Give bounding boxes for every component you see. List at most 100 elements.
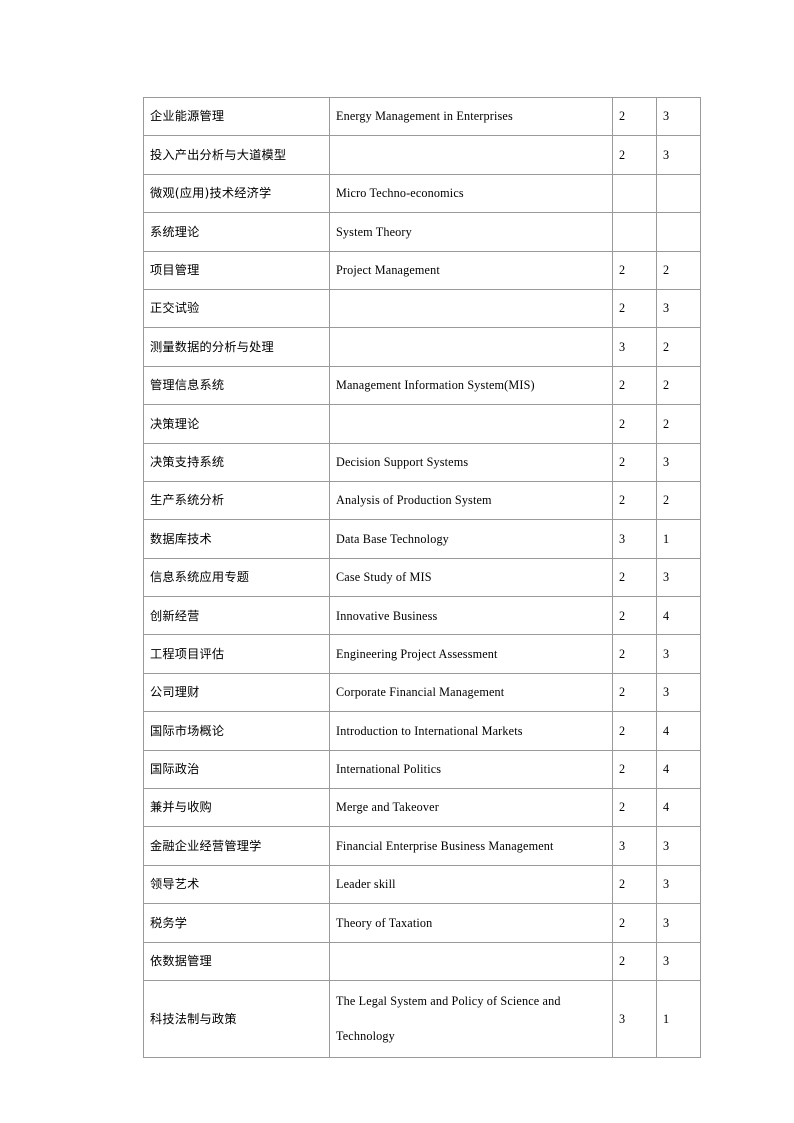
table-row: 数据库技术 Data Base Technology 3 1	[143, 519, 701, 559]
course-name-english-cell	[329, 327, 613, 367]
credit-hours-cell: 2	[612, 442, 657, 482]
credit-hours-cell: 2	[612, 557, 657, 598]
table-row: 创新经营 Innovative Business 2 4	[143, 596, 701, 636]
course-name-english-cell: Theory of Taxation	[329, 903, 613, 943]
course-name-english-cell	[329, 288, 613, 329]
course-name-english-cell: Analysis of Production System	[329, 480, 613, 521]
credit-hours-cell: 2	[612, 864, 657, 905]
table-row: 系统理论 System Theory	[143, 212, 701, 252]
term-cell: 3	[656, 826, 701, 866]
course-name-chinese-cell: 创新经营	[143, 596, 330, 636]
course-name-english-cell	[329, 135, 613, 175]
credit-hours-cell: 3	[612, 327, 657, 367]
course-name-english-cell: Management Information System(MIS)	[329, 365, 613, 406]
credit-hours-cell	[612, 173, 657, 214]
course-name-english-cell: Financial Enterprise Business Management	[329, 826, 613, 866]
credit-hours-cell: 3	[612, 826, 657, 866]
document-page: 企业能源管理 Energy Management in Enterprises 2 3…	[0, 0, 794, 1123]
course-name-chinese-cell: 管理信息系统	[143, 365, 330, 406]
table-row: 领导艺术 Leader skill 2 3	[143, 864, 701, 905]
course-name-chinese-cell: 生产系统分析	[143, 480, 330, 521]
course-name-chinese-cell: 兼并与收购	[143, 788, 330, 828]
credit-hours-cell: 2	[612, 788, 657, 828]
table-row: 管理信息系统 Management Information System(MIS)…	[143, 365, 701, 406]
term-cell: 4	[656, 596, 701, 636]
course-name-english-cell: Merge and Takeover	[329, 788, 613, 828]
course-list-body: 企业能源管理 Energy Management in Enterprises 2 3…	[143, 96, 701, 1058]
table-row: 生产系统分析 Analysis of Production System 2 2	[143, 480, 701, 521]
term-cell: 4	[656, 788, 701, 828]
credit-hours-cell: 2	[612, 135, 657, 175]
term-cell: 3	[656, 672, 701, 713]
term-cell: 3	[656, 442, 701, 482]
term-cell: 3	[656, 634, 701, 674]
term-cell: 2	[656, 480, 701, 521]
term-cell: 3	[656, 288, 701, 329]
course-name-english-cell: Decision Support Systems	[329, 442, 613, 482]
table-row: 企业能源管理 Energy Management in Enterprises 2 3	[143, 96, 701, 137]
course-name-english-cell: System Theory	[329, 212, 613, 252]
credit-hours-cell: 2	[612, 711, 657, 751]
credit-hours-cell: 2	[612, 634, 657, 674]
course-name-chinese-cell: 公司理财	[143, 672, 330, 713]
table-row: 工程项目评估 Engineering Project Assessment 2 3	[143, 634, 701, 674]
course-name-chinese-cell: 企业能源管理	[143, 96, 330, 137]
course-name-english-line-1: The Legal System and Policy of Science a…	[336, 994, 561, 1009]
term-cell: 3	[656, 941, 701, 981]
credit-hours-cell: 2	[612, 96, 657, 137]
term-cell: 1	[656, 979, 701, 1058]
term-cell: 2	[656, 327, 701, 367]
table-row: 科技法制与政策 The Legal System and Policy of Sc…	[143, 979, 701, 1058]
term-cell: 3	[656, 864, 701, 905]
table-row: 测量数据的分析与处理 3 2	[143, 327, 701, 367]
course-name-chinese-cell: 工程项目评估	[143, 634, 330, 674]
table-row: 金融企业经营管理学 Financial Enterprise Business M…	[143, 826, 701, 866]
course-name-chinese-cell: 金融企业经营管理学	[143, 826, 330, 866]
credit-hours-cell: 2	[612, 596, 657, 636]
term-cell: 4	[656, 711, 701, 751]
course-name-english-cell	[329, 404, 613, 444]
course-name-chinese-cell: 税务学	[143, 903, 330, 943]
table-row: 项目管理 Project Management 2 2	[143, 250, 701, 290]
course-name-chinese-cell: 决策理论	[143, 404, 330, 444]
term-cell: 3	[656, 135, 701, 175]
credit-hours-cell: 3	[612, 979, 657, 1058]
table-row: 投入产出分析与大道模型 2 3	[143, 135, 701, 175]
course-name-chinese-cell: 国际市场概论	[143, 711, 330, 751]
course-name-chinese-cell: 数据库技术	[143, 519, 330, 559]
course-name-english-cell: Data Base Technology	[329, 519, 613, 559]
course-name-chinese-cell: 国际政治	[143, 749, 330, 790]
term-cell: 4	[656, 749, 701, 790]
course-name-english-cell: Engineering Project Assessment	[329, 634, 613, 674]
course-name-english-line-2: Technology	[336, 1029, 395, 1044]
table-row: 信息系统应用专题 Case Study of MIS 2 3	[143, 557, 701, 598]
term-cell: 1	[656, 519, 701, 559]
course-name-english-cell: Introduction to International Markets	[329, 711, 613, 751]
course-name-chinese-cell: 项目管理	[143, 250, 330, 290]
course-name-english-cell: Project Management	[329, 250, 613, 290]
term-cell: 3	[656, 903, 701, 943]
credit-hours-cell: 2	[612, 480, 657, 521]
credit-hours-cell: 2	[612, 903, 657, 943]
table-row: 国际政治 International Politics 2 4	[143, 749, 701, 790]
course-list-table: 企业能源管理 Energy Management in Enterprises 2 3…	[143, 96, 701, 1058]
credit-hours-cell: 2	[612, 404, 657, 444]
course-name-chinese-cell: 正交试验	[143, 288, 330, 329]
course-name-chinese-cell: 系统理论	[143, 212, 330, 252]
course-name-english-cell: International Politics	[329, 749, 613, 790]
term-cell: 2	[656, 365, 701, 406]
course-name-chinese-cell: 依数据管理	[143, 941, 330, 981]
course-name-english-cell: The Legal System and Policy of Science a…	[329, 979, 613, 1058]
table-row: 兼并与收购 Merge and Takeover 2 4	[143, 788, 701, 828]
credit-hours-cell: 3	[612, 519, 657, 559]
course-name-english-cell: Leader skill	[329, 864, 613, 905]
term-cell	[656, 212, 701, 252]
credit-hours-cell: 2	[612, 365, 657, 406]
course-name-english-cell	[329, 941, 613, 981]
credit-hours-cell	[612, 212, 657, 252]
course-name-english-cell: Corporate Financial Management	[329, 672, 613, 713]
term-cell: 2	[656, 404, 701, 444]
table-row: 微观(应用)技术经济学 Micro Techno-economics	[143, 173, 701, 214]
table-row: 国际市场概论 Introduction to International Mark…	[143, 711, 701, 751]
table-row: 依数据管理 2 3	[143, 941, 701, 981]
